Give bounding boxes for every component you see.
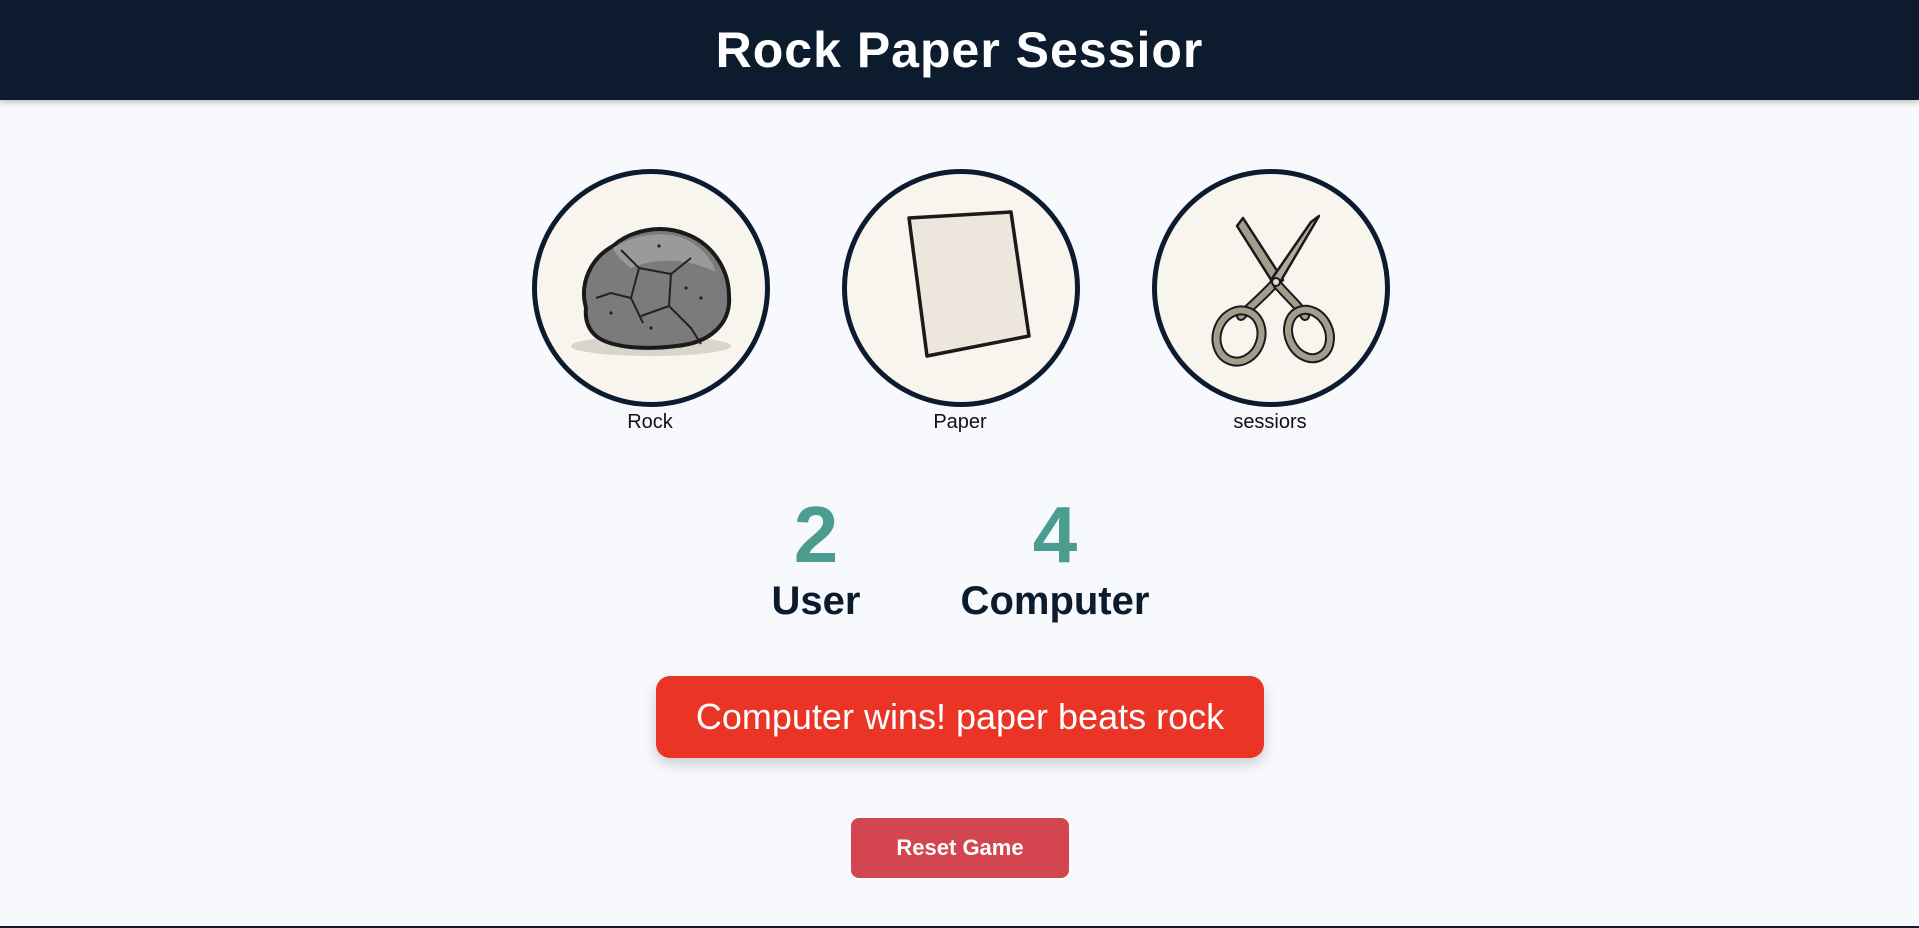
paper-icon — [907, 210, 1031, 358]
rock-icon — [571, 227, 732, 356]
choice-scissors[interactable]: sessiors — [1152, 169, 1390, 434]
scissors-button[interactable] — [1152, 169, 1390, 407]
page-title: Rock Paper Sessior — [715, 22, 1204, 78]
user-score-value: 2 — [793, 490, 839, 579]
choice-label-rock: Rock — [627, 411, 673, 433]
result-message: Computer wins! paper beats rock — [656, 676, 1264, 758]
rock-button[interactable] — [532, 169, 770, 407]
scissors-icon — [1211, 214, 1335, 367]
computer-score: 4 Computer — [961, 490, 1150, 624]
choice-rock[interactable]: Rock — [532, 169, 770, 434]
choice-label-scissors: sessiors — [1233, 411, 1307, 433]
computer-score-value: 4 — [1032, 490, 1078, 579]
computer-score-label: Computer — [960, 579, 1150, 623]
paper-button[interactable] — [842, 169, 1080, 407]
reset-game-button[interactable]: Reset Game — [851, 818, 1069, 878]
user-score: 2 User — [772, 490, 861, 624]
app-header: Rock Paper Sessior — [0, 0, 1919, 100]
choice-paper[interactable]: Paper — [842, 169, 1080, 434]
user-score-label: User — [771, 579, 861, 623]
choice-label-paper: Paper — [933, 411, 987, 433]
